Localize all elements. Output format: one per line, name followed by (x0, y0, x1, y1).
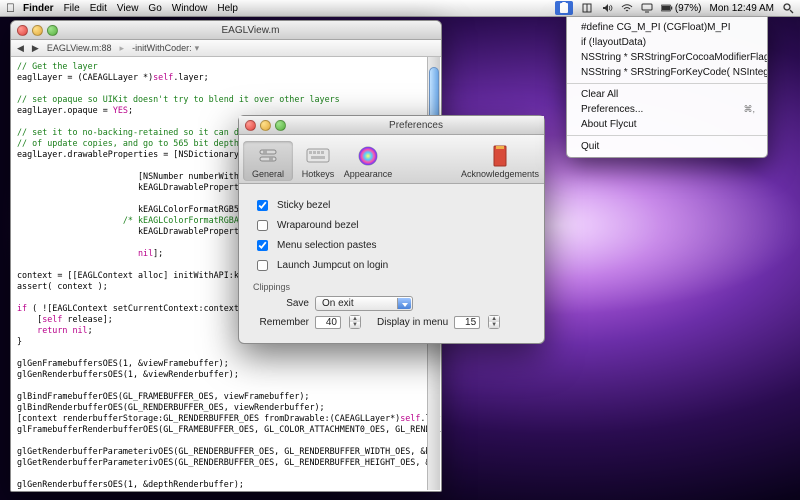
minimize-button[interactable] (32, 25, 43, 36)
editor-pathbar[interactable]: ◀ ▶ EAGLView.m:88 ▸ -initWithCoder: ▾ (11, 40, 441, 57)
close-button[interactable] (17, 25, 28, 36)
menu-clear-all[interactable]: Clear All (567, 87, 767, 102)
prefs-toolbar: General Hotkeys Appearance Acknowledgeme… (239, 135, 544, 184)
general-icon (243, 143, 293, 169)
zoom-button[interactable] (47, 25, 58, 36)
checkbox-launch-on-login[interactable]: Launch Jumpcut on login (253, 257, 530, 274)
checkbox-menu-selection-pastes[interactable]: Menu selection pastes (253, 237, 530, 254)
remember-label: Remember (253, 317, 309, 328)
flycut-dropdown-menu: #define CG_M_PI (CGFloat)M_PI if (!layou… (566, 16, 768, 158)
hotkeys-icon (293, 143, 343, 169)
window-title: EAGLView.m (66, 25, 435, 36)
flycut-status-icon[interactable] (555, 1, 573, 15)
spotlight-icon[interactable] (782, 2, 794, 14)
remember-stepper[interactable]: ▲▼ (349, 315, 361, 329)
display-stepper[interactable]: ▲▼ (488, 315, 500, 329)
appearance-icon (343, 143, 393, 169)
save-label: Save (253, 298, 309, 309)
prefs-titlebar[interactable]: Preferences (239, 116, 544, 135)
tab-hotkeys[interactable]: Hotkeys (293, 141, 343, 181)
clip-item[interactable]: #define CG_M_PI (CGFloat)M_PI (567, 20, 767, 35)
clip-item[interactable]: NSString * SRStringForCocoaModifierFlags… (567, 50, 767, 65)
preferences-window: Preferences General Hotkeys Appearance A… (238, 115, 545, 344)
clippings-section-label: Clippings (253, 282, 530, 292)
tab-appearance[interactable]: Appearance (343, 141, 393, 181)
menu-preferences[interactable]: Preferences...⌘, (567, 102, 767, 117)
clip-item[interactable]: NSString * SRStringForKeyCode( NSInteger… (567, 65, 767, 80)
nav-fwd-icon[interactable]: ▶ (32, 43, 39, 54)
save-select[interactable]: On exit (315, 296, 413, 311)
display-value[interactable]: 15 (454, 316, 480, 329)
menu-go[interactable]: Go (148, 3, 161, 14)
tab-acknowledgements[interactable]: Acknowledgements (460, 141, 540, 181)
close-button[interactable] (245, 120, 256, 131)
prefs-body: Sticky bezel Wraparound bezel Menu selec… (239, 184, 544, 343)
nav-back-icon[interactable]: ◀ (17, 43, 24, 54)
menu-view[interactable]: View (117, 3, 139, 14)
app-menu[interactable]: Finder (23, 3, 54, 14)
divider-status-icon[interactable] (581, 2, 593, 14)
menu-help[interactable]: Help (217, 3, 238, 14)
display-label: Display in menu (377, 317, 448, 328)
wifi-status-icon[interactable] (621, 2, 633, 14)
method-location[interactable]: -initWithCoder: (132, 43, 192, 53)
volume-status-icon[interactable] (601, 2, 613, 14)
remember-value[interactable]: 40 (315, 316, 341, 329)
clock[interactable]: Mon 12:49 AM (710, 3, 774, 14)
menu-edit[interactable]: Edit (90, 3, 107, 14)
prefs-title: Preferences (294, 120, 538, 131)
menu-window[interactable]: Window (172, 3, 208, 14)
apple-menu-icon[interactable]:  (6, 1, 15, 15)
checkbox-wraparound-bezel[interactable]: Wraparound bezel (253, 217, 530, 234)
editor-titlebar[interactable]: EAGLView.m (11, 21, 441, 40)
battery-status-icon[interactable]: (97%) (661, 2, 702, 14)
ack-icon (460, 143, 540, 169)
checkbox-sticky-bezel[interactable]: Sticky bezel (253, 197, 530, 214)
file-location[interactable]: EAGLView.m:88 (47, 43, 112, 53)
zoom-button[interactable] (275, 120, 286, 131)
display-status-icon[interactable] (641, 2, 653, 14)
minimize-button[interactable] (260, 120, 271, 131)
menu-about[interactable]: About Flycut (567, 117, 767, 132)
clip-item[interactable]: if (!layoutData) (567, 35, 767, 50)
menu-file[interactable]: File (64, 3, 80, 14)
battery-percent: (97%) (675, 3, 702, 14)
menubar:  Finder File Edit View Go Window Help (… (0, 0, 800, 17)
menu-quit[interactable]: Quit (567, 139, 767, 154)
tab-general[interactable]: General (243, 141, 293, 181)
